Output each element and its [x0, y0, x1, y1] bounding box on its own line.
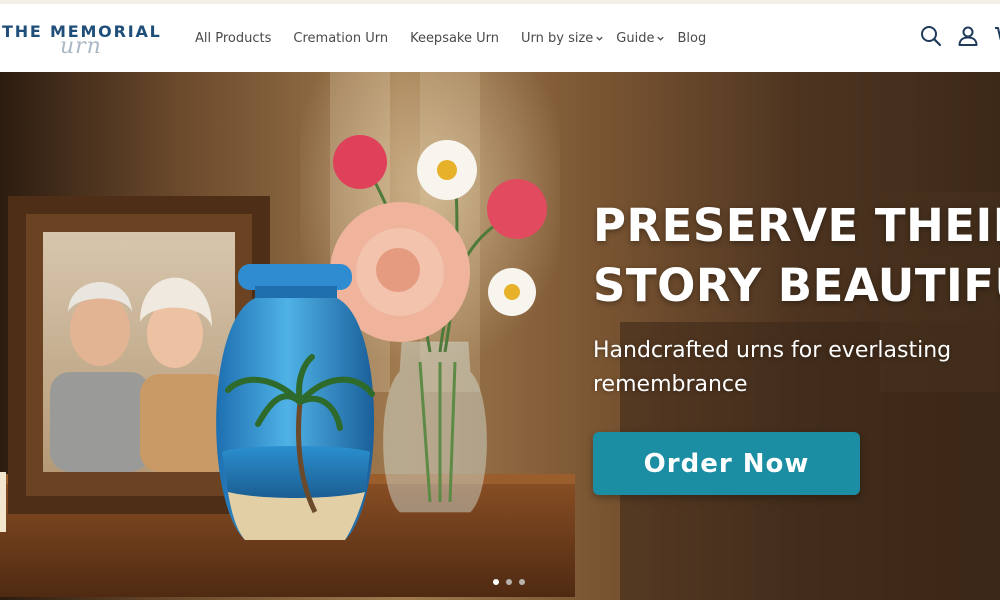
nav-item-label: Cremation Urn	[293, 30, 389, 46]
nav-item-cremation-urn[interactable]: Cremation Urn	[293, 31, 388, 46]
nav-item-guide[interactable]: Guide	[616, 31, 665, 46]
slider-dot[interactable]	[493, 579, 499, 585]
nav-item-urn-by-size[interactable]: Urn by size	[521, 31, 604, 46]
nav-item-label: Blog	[677, 30, 707, 46]
hero-subtitle-line: Handcrafted urns for everlasting	[593, 338, 952, 363]
cart-icon[interactable]	[993, 24, 1000, 50]
nav-item-keepsake-urn[interactable]: Keepsake Urn	[410, 31, 499, 46]
brand-logo-text: THE MEMORIAL	[2, 22, 162, 41]
chevron-down-icon	[595, 34, 604, 43]
brand-logo[interactable]: urn THE MEMORIAL	[0, 18, 170, 60]
slider-dot[interactable]	[506, 579, 512, 585]
slider-dots	[493, 579, 532, 585]
account-icon[interactable]	[956, 24, 982, 50]
hero-title: PRESERVE THEIR STORY BEAUTIFULLY	[593, 196, 1000, 316]
hero-title-line: PRESERVE THEIR	[593, 199, 1000, 252]
site-header: urn THE MEMORIAL All Products Cremation …	[0, 4, 1000, 73]
hero-banner: PRESERVE THEIR STORY BEAUTIFULLY Handcra…	[0, 72, 1000, 600]
nav-item-blog[interactable]: Blog	[677, 31, 706, 46]
chevron-down-icon	[656, 34, 665, 43]
search-icon[interactable]	[919, 24, 945, 50]
order-now-button[interactable]: Order Now	[593, 432, 860, 495]
hero-title-line: STORY BEAUTIFULLY	[593, 259, 1000, 312]
hero-subtitle-line: remembrance	[593, 372, 748, 397]
hero-subtitle: Handcrafted urns for everlasting remembr…	[593, 334, 1000, 402]
nav-item-label: Urn by size	[521, 30, 594, 46]
slider-dot[interactable]	[519, 579, 525, 585]
nav-item-label: Guide	[616, 30, 655, 46]
nav-item-label: Keepsake Urn	[410, 30, 499, 46]
nav-item-label: All Products	[195, 30, 272, 46]
main-nav: All Products Cremation Urn Keepsake Urn …	[195, 4, 728, 72]
nav-item-all-products[interactable]: All Products	[195, 31, 271, 46]
